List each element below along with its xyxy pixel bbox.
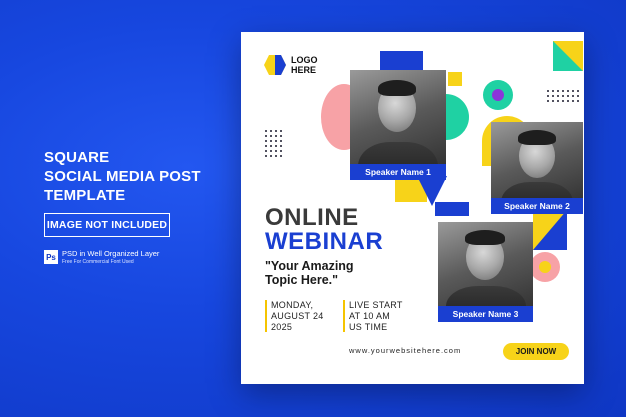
promo-title-line: SQUARE (44, 149, 110, 166)
hexagon-logo-icon (264, 55, 286, 75)
speaker-photo-1: Speaker Name 1 (350, 70, 446, 180)
psd-layer-note: PSD in Well Organized Layer (62, 249, 160, 258)
logo-text-line: HERE (291, 65, 317, 75)
triangle-square-shape (553, 41, 583, 71)
blue-corner-shape (533, 210, 567, 250)
purple-dot-shape (492, 89, 504, 101)
promo-title: SQUARE SOCIAL MEDIA POST TEMPLATE (44, 148, 201, 205)
blue-block-shape (380, 51, 423, 72)
image-not-included-badge: IMAGE NOT INCLUDED (44, 213, 170, 237)
event-time: LIVE START AT 10 AM US TIME (349, 300, 403, 333)
dot-grid-right (547, 90, 579, 102)
logo-text-line: LOGO (291, 55, 318, 65)
date-divider (265, 300, 267, 332)
time-line: LIVE START (349, 300, 403, 310)
date-line: AUGUST 24 (271, 311, 324, 321)
yellow-square-shape (448, 72, 462, 86)
website-link[interactable]: www.yourwebsitehere.com (349, 346, 461, 355)
speaker-name-1: Speaker Name 1 (350, 164, 446, 180)
promo-title-line: TEMPLATE (44, 187, 126, 204)
time-line: US TIME (349, 322, 388, 332)
topic-line: Topic Here." (265, 273, 339, 287)
speaker-photo-2: Speaker Name 2 (491, 122, 583, 214)
heading-webinar: WEBINAR (265, 228, 384, 255)
yellow-dot-shape (539, 261, 551, 273)
dot-grid-left (265, 130, 282, 157)
event-date: MONDAY, AUGUST 24 2025 (271, 300, 324, 333)
time-divider (343, 300, 345, 332)
date-line: MONDAY, (271, 300, 314, 310)
promo-title-line: SOCIAL MEDIA POST (44, 168, 201, 185)
speaker-name-2: Speaker Name 2 (491, 198, 583, 214)
speaker-name-3: Speaker Name 3 (438, 306, 533, 322)
date-line: 2025 (271, 322, 293, 332)
font-note: Free For Commercial Font Used (62, 259, 134, 265)
photoshop-icon: Ps (44, 250, 58, 264)
post-card: LOGO HERE Speaker Name 1 Speaker Name 2 … (241, 32, 584, 384)
logo-text: LOGO HERE (291, 55, 318, 75)
blue-bar-shape (435, 202, 469, 216)
join-now-button[interactable]: JOIN NOW (503, 343, 569, 360)
topic-line: "Your Amazing (265, 259, 354, 273)
time-line: AT 10 AM (349, 311, 391, 321)
speaker-photo-3: Speaker Name 3 (438, 222, 533, 322)
topic-text: "Your Amazing Topic Here." (265, 259, 354, 287)
